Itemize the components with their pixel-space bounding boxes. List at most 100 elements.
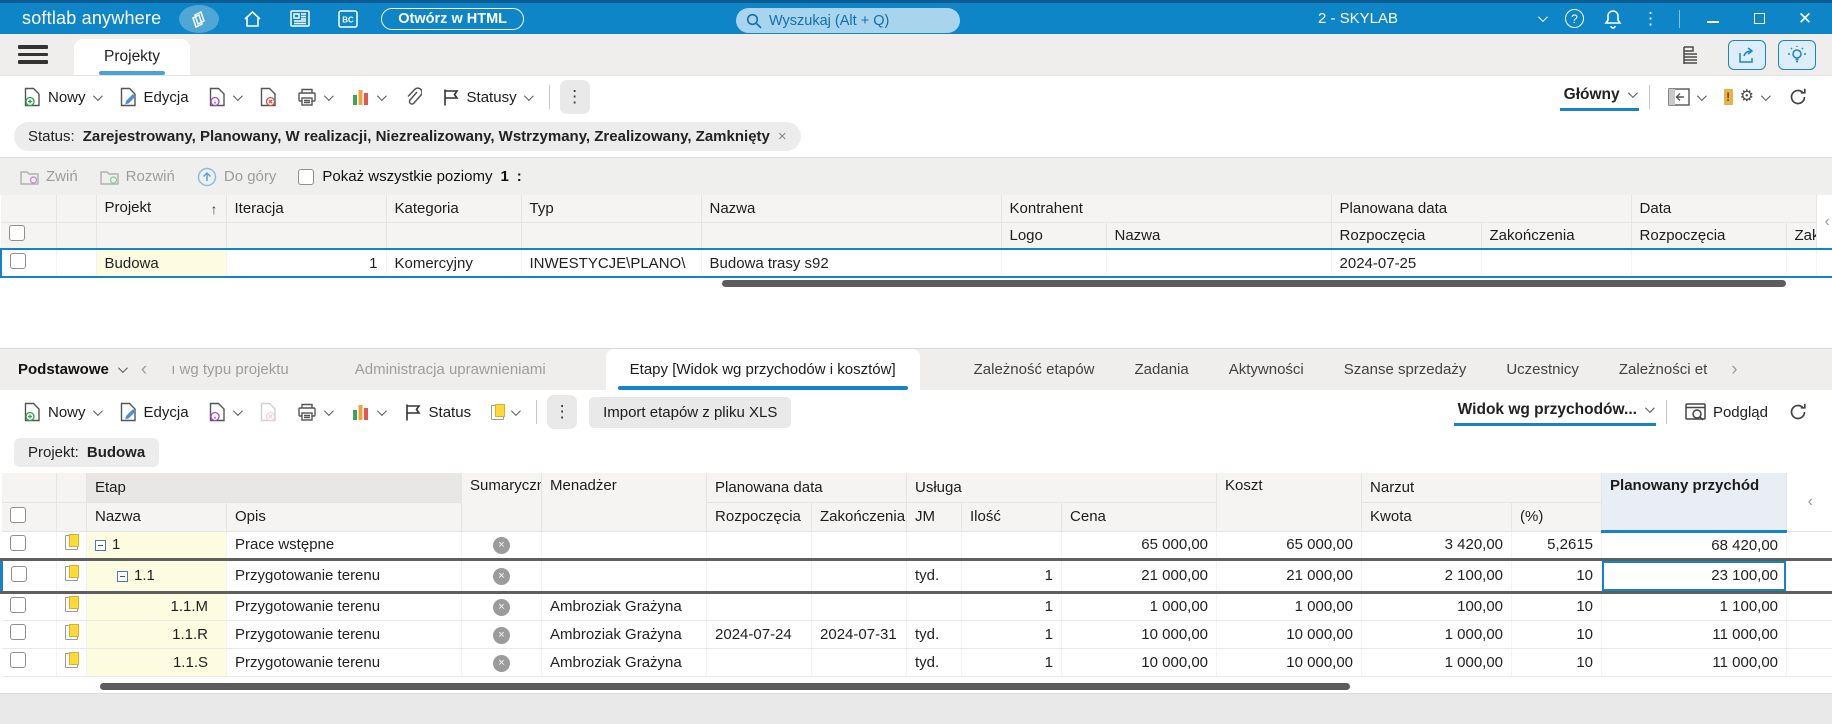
windows-stack-icon[interactable] <box>179 4 220 33</box>
toggle-off-icon[interactable]: × <box>493 626 511 644</box>
remove-filter-icon[interactable]: × <box>778 128 787 145</box>
new-stage-button[interactable]: Nowy <box>16 398 108 426</box>
cell-typ[interactable]: INWESTYCJE\PLANO\ <box>521 248 702 278</box>
share-button[interactable] <box>1728 39 1766 70</box>
toggle-off-icon[interactable]: × <box>493 599 511 616</box>
note-icon[interactable] <box>65 651 79 668</box>
col-header-rozpoczecia[interactable]: Rozpoczęcia <box>706 502 813 532</box>
go-up-button[interactable]: Do góry <box>197 167 276 187</box>
cell-iteracja[interactable]: 1 <box>226 248 387 278</box>
col-header-zakonczenia[interactable]: Zakończenia <box>811 502 908 532</box>
stages-refresh-button[interactable] <box>1780 398 1816 426</box>
col-header-sumaryczny[interactable]: Sumaryczny <box>461 473 543 532</box>
col-group-planowana-data[interactable]: Planowana data <box>1331 195 1632 223</box>
maximize-button[interactable] <box>1746 13 1772 24</box>
cell-etap-nazwa[interactable]: 1.1.M <box>86 592 227 621</box>
tab-uczestnicy[interactable]: Uczestnicy <box>1486 349 1599 390</box>
col-header-logo[interactable]: Logo <box>1001 222 1107 250</box>
col-header-nazwa[interactable]: Nazwa <box>701 195 1002 223</box>
chart-button[interactable] <box>343 84 392 110</box>
scrollbar-thumb[interactable] <box>100 682 1350 690</box>
cell-plan-rozpoczecia[interactable]: 2024-07-25 <box>1331 248 1482 278</box>
company-chevron-down-icon[interactable] <box>1537 12 1548 23</box>
stage-row-1-1-selected[interactable]: 1.1 Przygotowanie terenu × tyd. 1 21 000… <box>0 557 1832 594</box>
home-icon[interactable] <box>237 6 267 32</box>
print-button[interactable] <box>289 84 339 111</box>
col-header-jm[interactable]: JM <box>906 502 963 532</box>
tab-wg-typu-projektu[interactable]: ı wg typu projektu <box>151 349 309 390</box>
col-header-kategoria[interactable]: Kategoria <box>386 195 522 223</box>
col-header-kontrahent-nazwa[interactable]: Nazwa <box>1106 222 1332 250</box>
tab-administracja-uprawnieniami[interactable]: Administracja uprawnieniami <box>335 349 566 390</box>
import-xls-button[interactable]: Import etapów z pliku XLS <box>589 396 792 428</box>
expand-all-button[interactable]: Rozwiń <box>99 168 175 185</box>
note-icon[interactable] <box>65 623 79 640</box>
col-header-menadzer[interactable]: Menadżer <box>541 473 708 532</box>
search-input[interactable] <box>769 12 939 29</box>
cell-opis[interactable]: Przygotowanie terenu <box>226 592 463 621</box>
stage-info-chevron-down-icon[interactable] <box>232 405 243 416</box>
company-selector-label[interactable]: 2 - SKYLAB <box>1318 10 1398 27</box>
row-checkbox[interactable] <box>9 624 26 640</box>
col-group-data[interactable]: Data <box>1631 195 1817 223</box>
settings-alert-button[interactable]: ! ⚙ <box>1716 85 1776 109</box>
col-header-plan-zakonczenia[interactable]: Zakończenia <box>1481 222 1632 250</box>
tab-group-dropdown[interactable]: Podstawowe <box>0 349 137 390</box>
statuses-button[interactable]: Statusy <box>434 84 539 111</box>
stages-grid-hscrollbar[interactable] <box>0 676 1832 693</box>
col-header-zakonczenia-cut[interactable]: Zakoń <box>1786 222 1817 250</box>
info-button[interactable] <box>201 83 248 111</box>
stage-status-button[interactable]: Status <box>396 399 480 426</box>
scrollbar-thumb[interactable] <box>722 280 1786 287</box>
stages-scroll-left-button[interactable]: ‹ <box>1786 473 1832 532</box>
stage-more-actions-button[interactable]: ⋮ <box>547 395 578 429</box>
tab-zaleznosci-et-truncated[interactable]: Zależności et <box>1599 349 1727 390</box>
minimize-button[interactable] <box>1700 15 1726 23</box>
stage-note-button[interactable] <box>483 401 526 424</box>
attachment-button[interactable] <box>396 83 430 111</box>
delete-button[interactable] <box>252 83 285 111</box>
row-checkbox[interactable] <box>9 596 26 613</box>
cell-etap-nazwa[interactable]: 1 <box>86 531 227 560</box>
col-group-planowana-data[interactable]: Planowana data <box>706 473 908 503</box>
row-checkbox[interactable] <box>10 253 26 269</box>
edit-stage-button[interactable]: Edycja <box>112 398 197 426</box>
collapse-panel-chevron-down-icon[interactable] <box>1696 90 1707 101</box>
project-row-budowa[interactable]: Budowa 1 Komercyjny INWESTYCJE\PLANO\ Bu… <box>0 248 1832 278</box>
col-header-koszt[interactable]: Koszt <box>1216 473 1363 532</box>
stage-row-1[interactable]: 1 Prace wstępne × 65 000,00 65 000,00 3 … <box>1 531 1832 560</box>
cell-sumaryczny[interactable]: × <box>461 620 543 649</box>
cell-sumaryczny[interactable]: × <box>461 557 543 594</box>
cell-etap-nazwa[interactable]: 1.1.S <box>86 648 227 677</box>
edit-button[interactable]: Edycja <box>112 83 197 111</box>
tab-projekty[interactable]: Projekty <box>74 39 190 75</box>
print-stage-chevron-down-icon[interactable] <box>323 405 334 416</box>
grid-scroll-left-button[interactable]: ‹ <box>1816 195 1832 250</box>
select-all-checkbox[interactable] <box>9 225 25 242</box>
col-header-iteracja[interactable]: Iteracja <box>226 195 387 223</box>
statuses-chevron-down-icon[interactable] <box>523 90 534 101</box>
notifications-bell-icon[interactable] <box>1604 9 1622 29</box>
tabs-scroll-left-button[interactable]: ‹ <box>137 349 151 390</box>
cell-sumaryczny[interactable]: × <box>461 592 543 621</box>
new-chevron-down-icon[interactable] <box>92 90 103 101</box>
col-group-usluga[interactable]: Usługa <box>906 473 1218 503</box>
cell-sumaryczny[interactable]: × <box>461 531 543 560</box>
col-header-ilosc[interactable]: Ilość <box>961 502 1063 532</box>
col-header-etap-nazwa[interactable]: Nazwa <box>86 502 227 532</box>
col-header-projekt[interactable]: Projekt ↑ <box>96 195 227 223</box>
print-stage-button[interactable] <box>289 399 339 426</box>
focused-cell[interactable]: 23 100,00 <box>1601 557 1788 594</box>
stage-row-1-1-M[interactable]: 1.1.M Przygotowanie terenu × Ambroziak G… <box>1 592 1832 621</box>
tab-zadania[interactable]: Zadania <box>1115 349 1209 390</box>
open-in-html-button[interactable]: Otwórz w HTML <box>381 7 525 30</box>
note-chevron-down-icon[interactable] <box>511 405 521 416</box>
stage-chart-chevron-down-icon[interactable] <box>376 405 387 416</box>
stage-chart-button[interactable] <box>343 399 392 425</box>
toggle-off-icon[interactable]: × <box>493 654 511 672</box>
col-group-kontrahent[interactable]: Kontrahent <box>1001 195 1332 223</box>
sort-ascending-icon[interactable]: ↑ <box>211 201 218 217</box>
tab-etapy-active[interactable]: Etapy [Widok wg przychodów i kosztów] <box>605 349 920 390</box>
note-icon[interactable] <box>65 596 79 612</box>
col-header-kwota[interactable]: Kwota <box>1361 502 1513 532</box>
